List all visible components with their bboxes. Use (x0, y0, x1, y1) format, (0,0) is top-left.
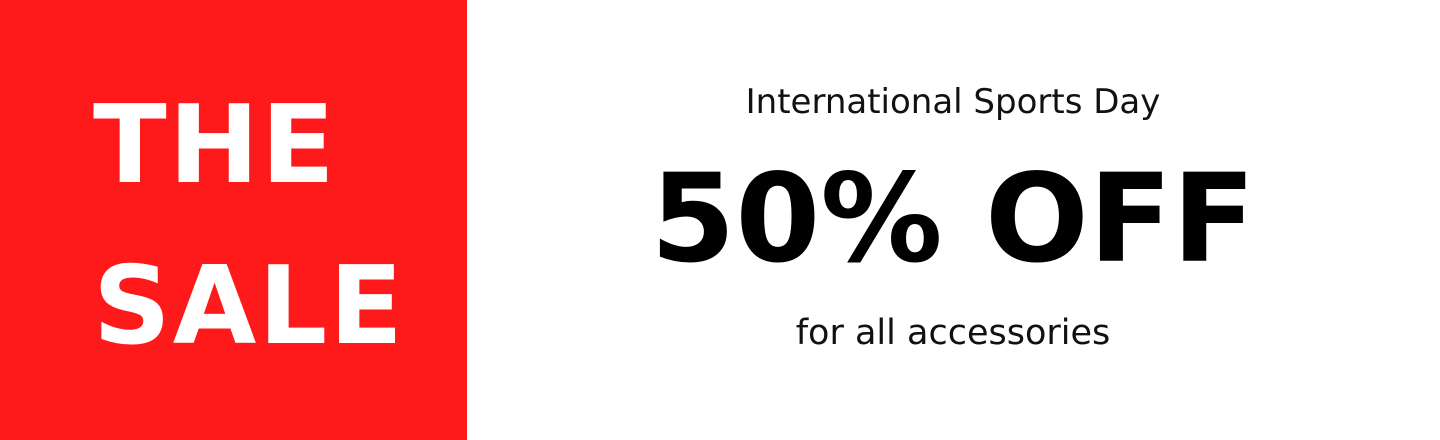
promo-content: International Sports Day 50% OFF for all… (467, 0, 1440, 440)
sale-red-panel: THE SALE (0, 0, 467, 440)
discount-headline: 50% OFF (650, 148, 1256, 290)
promo-subtitle: for all accessories (795, 313, 1111, 353)
sale-word-sale: SALE (93, 244, 405, 369)
event-title: International Sports Day (745, 82, 1161, 122)
sale-word-the: THE (93, 83, 337, 208)
sale-banner: THE SALE International Sports Day 50% OF… (0, 0, 1440, 440)
